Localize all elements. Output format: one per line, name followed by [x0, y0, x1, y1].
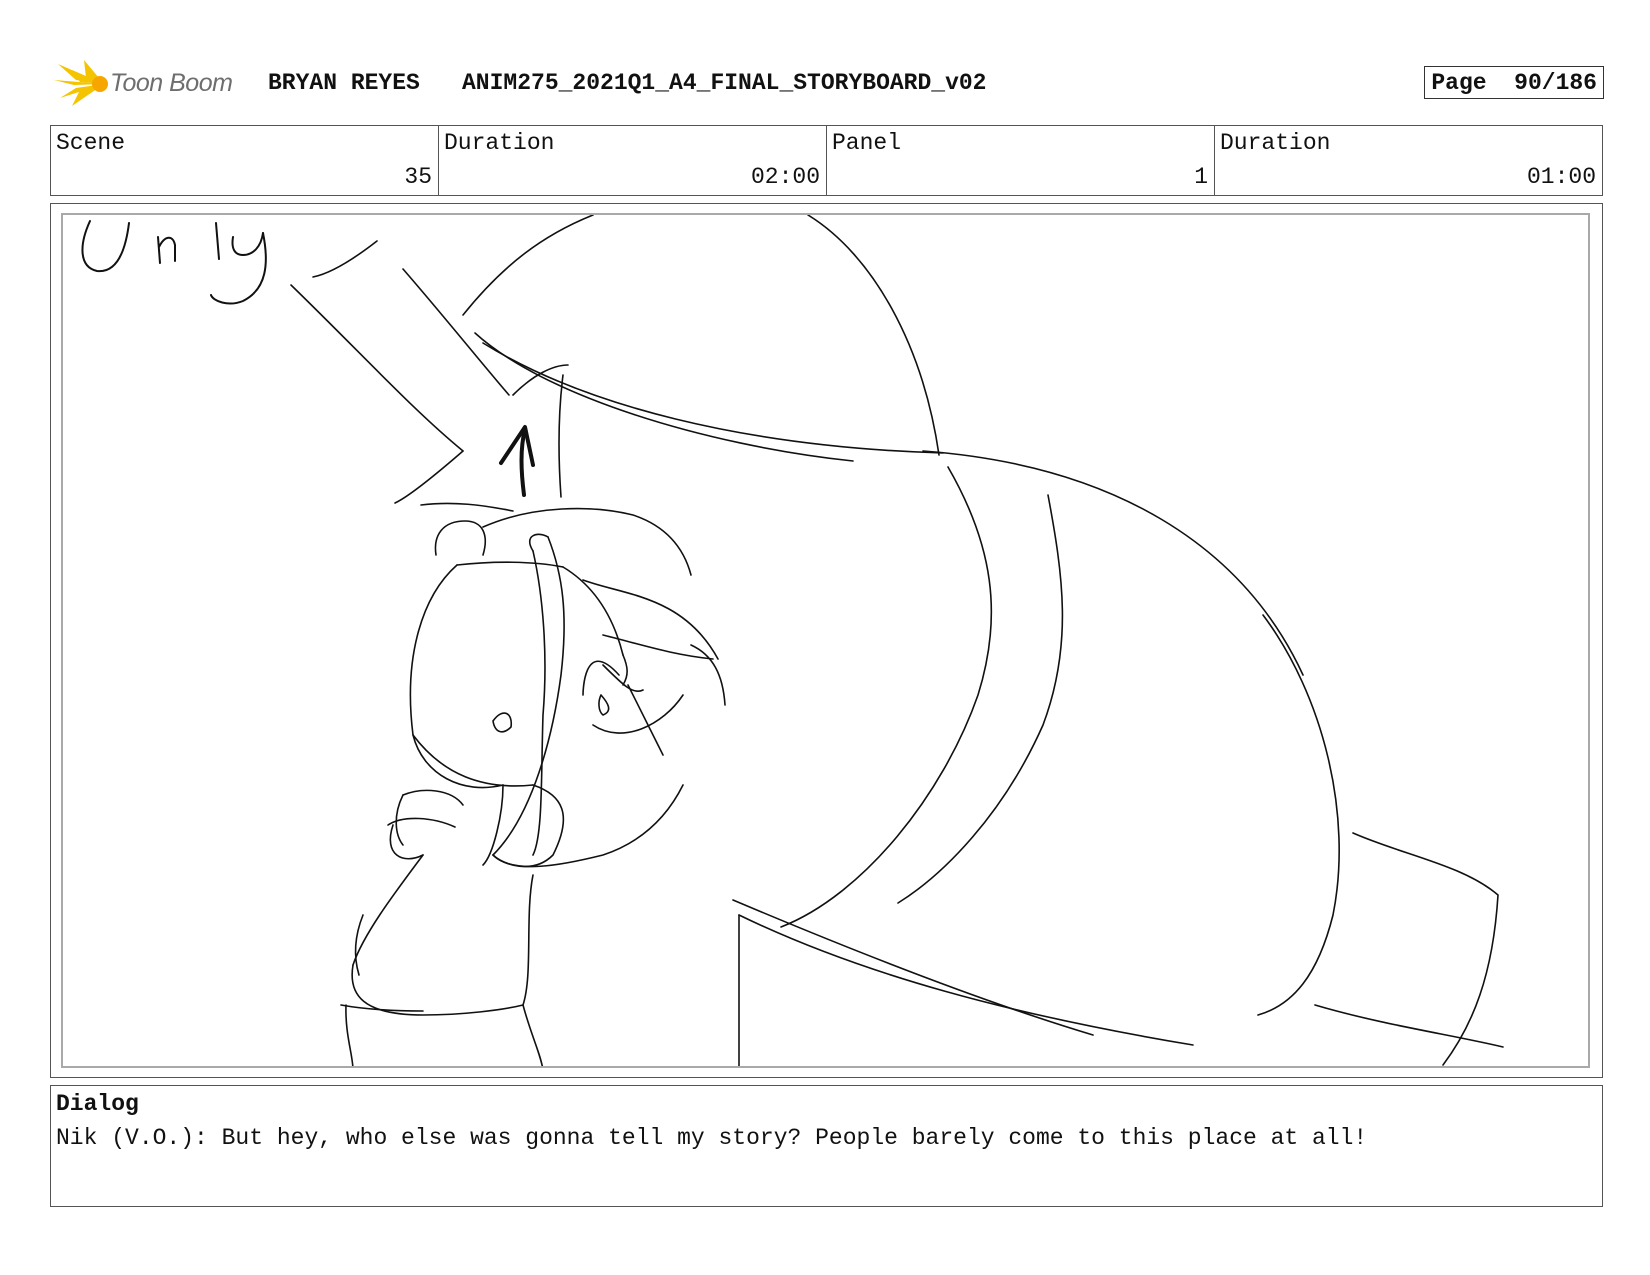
project-title: ANIM275_2021Q1_A4_FINAL_STORYBOARD_v02	[462, 70, 987, 96]
panel-cell: Panel 1	[827, 126, 1215, 195]
scene-label: Scene	[56, 130, 126, 156]
storyboard-panel	[50, 203, 1603, 1078]
panel-label: Panel	[832, 130, 902, 156]
handwritten-word	[81, 220, 267, 305]
page-indicator: Page 90/186	[1424, 66, 1604, 99]
dialog-text: Nik (V.O.): But hey, who else was gonna …	[56, 1125, 1368, 1151]
scene-duration-cell: Duration 02:00	[439, 126, 827, 195]
scene-duration-value: 02:00	[750, 164, 820, 190]
up-arrow-icon	[499, 425, 535, 497]
dialog-label: Dialog	[56, 1091, 139, 1117]
scene-number: 35	[404, 164, 432, 190]
logo-text: Toon Boom	[110, 68, 233, 97]
panel-frame	[61, 213, 1590, 1068]
page-number: 90/186	[1514, 70, 1597, 96]
panel-duration-value: 01:00	[1526, 164, 1596, 190]
panel-duration-label: Duration	[1220, 130, 1331, 156]
scene-cell: Scene 35	[51, 126, 439, 195]
sketch-drawing	[81, 215, 1504, 1066]
toon-boom-logo: Toon Boom	[54, 58, 233, 108]
storyboard-header: Toon Boom BRYAN REYES ANIM275_2021Q1_A4_…	[54, 58, 1604, 108]
scene-duration-label: Duration	[444, 130, 555, 156]
scene-info-table: Scene 35 Duration 02:00 Panel 1 Duration…	[50, 125, 1603, 196]
author-name: BRYAN REYES	[268, 70, 420, 96]
panel-number: 1	[1194, 164, 1208, 190]
panel-duration-cell: Duration 01:00	[1215, 126, 1602, 195]
page-label: Page	[1431, 70, 1487, 96]
starburst-icon	[54, 60, 108, 106]
dialog-box: Dialog Nik (V.O.): But hey, who else was…	[50, 1085, 1603, 1207]
